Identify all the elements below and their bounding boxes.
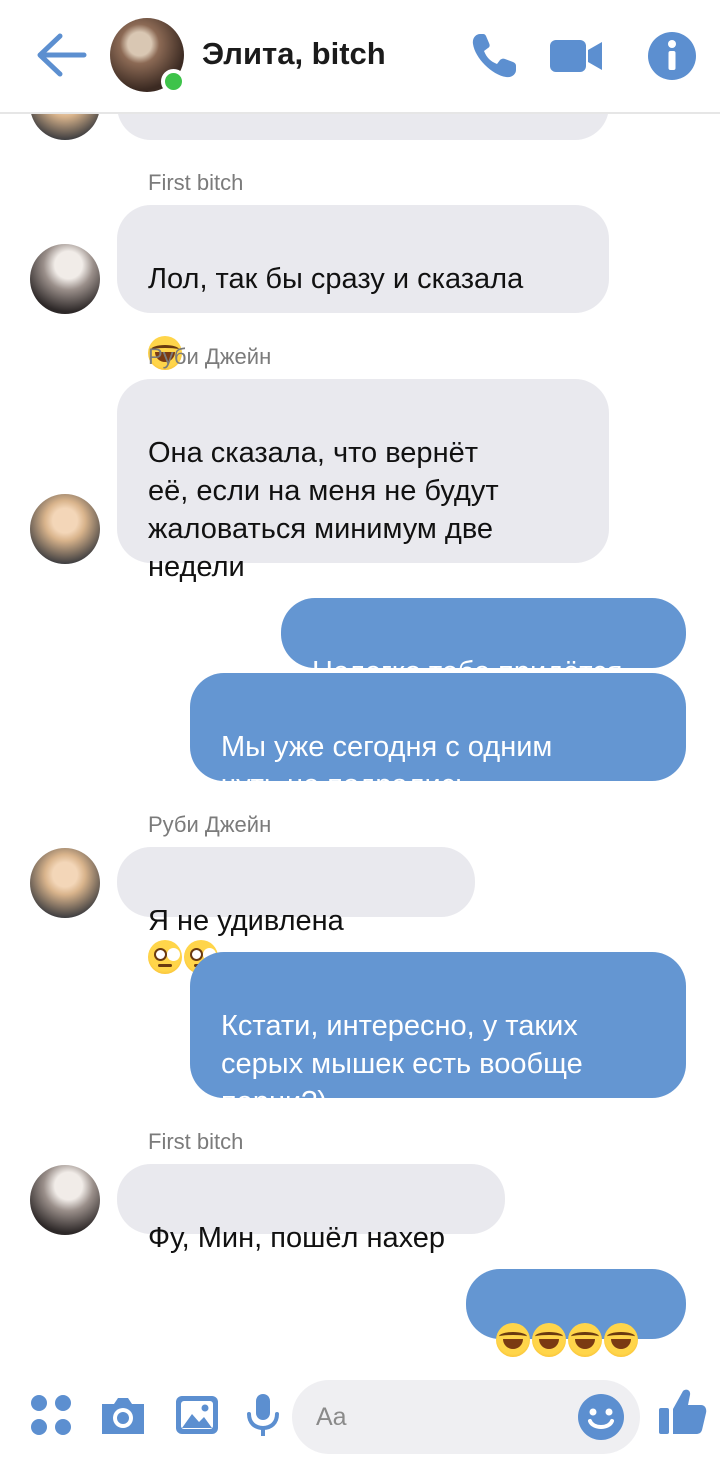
video-call-icon[interactable] [548, 28, 604, 84]
message-text: Она сказала, что вернёт её, если на меня… [148, 437, 499, 583]
face-with-tears-of-joy-icon [496, 1323, 530, 1357]
message-bubble[interactable]: Фу, Мин, пошёл нахер [117, 1164, 505, 1254]
back-arrow-icon[interactable] [34, 30, 90, 80]
message-input[interactable] [316, 1398, 556, 1436]
online-status-dot [161, 69, 186, 94]
phone-icon[interactable] [466, 28, 522, 84]
face-with-tears-of-joy-icon [604, 1323, 638, 1357]
gallery-icon[interactable] [172, 1390, 222, 1440]
microphone-icon[interactable] [238, 1390, 288, 1440]
message-text: Лол, так бы сразу и сказала [148, 263, 524, 295]
sender-name: Руби Джейн [148, 344, 272, 369]
chat-header: Элита, bitch [0, 0, 720, 114]
message-bubble[interactable]: Я не удивлена [117, 847, 475, 974]
message-text: Я не удивлена [148, 905, 344, 937]
camera-icon[interactable] [98, 1390, 148, 1440]
emoji-picker-icon[interactable] [576, 1392, 626, 1442]
thumbs-up-icon[interactable] [656, 1386, 708, 1438]
message-text: Фу, Мин, пошёл нахер [148, 1222, 446, 1254]
message-input-container[interactable] [292, 1380, 640, 1454]
chat-title[interactable]: Элита, bitch [202, 36, 386, 72]
message-bubble[interactable]: Лол, так бы сразу и сказала [117, 205, 609, 370]
message-bubble-outgoing[interactable]: Кстати, интересно, у таких серых мышек е… [190, 952, 686, 1118]
sender-avatar[interactable] [30, 848, 100, 918]
face-with-tears-of-joy-icon [568, 1323, 602, 1357]
message-text: Мы уже сегодня с одним чуть не подрались… [221, 731, 553, 801]
sender-name: Руби Джейн [148, 812, 272, 837]
message-bubble-outgoing[interactable]: Нелегко тебе придётся [281, 598, 686, 688]
message-list[interactable]: First bitch Лол, так бы сразу и сказала … [0, 0, 720, 1370]
message-bubble[interactable]: Она сказала, что вернёт её, если на меня… [117, 379, 609, 583]
message-text: Кстати, интересно, у таких серых мышек е… [221, 1010, 583, 1118]
composer-bar [0, 1370, 720, 1460]
sender-avatar[interactable] [30, 494, 100, 564]
message-bubble-outgoing[interactable]: Мы уже сегодня с одним чуть не подрались… [190, 673, 686, 801]
apps-menu-icon[interactable] [26, 1390, 76, 1440]
info-icon[interactable] [644, 28, 700, 84]
sender-name: First bitch [148, 1129, 244, 1154]
sender-name: First bitch [148, 170, 244, 195]
sender-avatar[interactable] [30, 1165, 100, 1235]
sender-avatar[interactable] [30, 244, 100, 314]
face-with-rolling-eyes-icon [148, 940, 182, 974]
message-bubble-outgoing[interactable] [466, 1269, 686, 1357]
face-with-tears-of-joy-icon [532, 1323, 566, 1357]
